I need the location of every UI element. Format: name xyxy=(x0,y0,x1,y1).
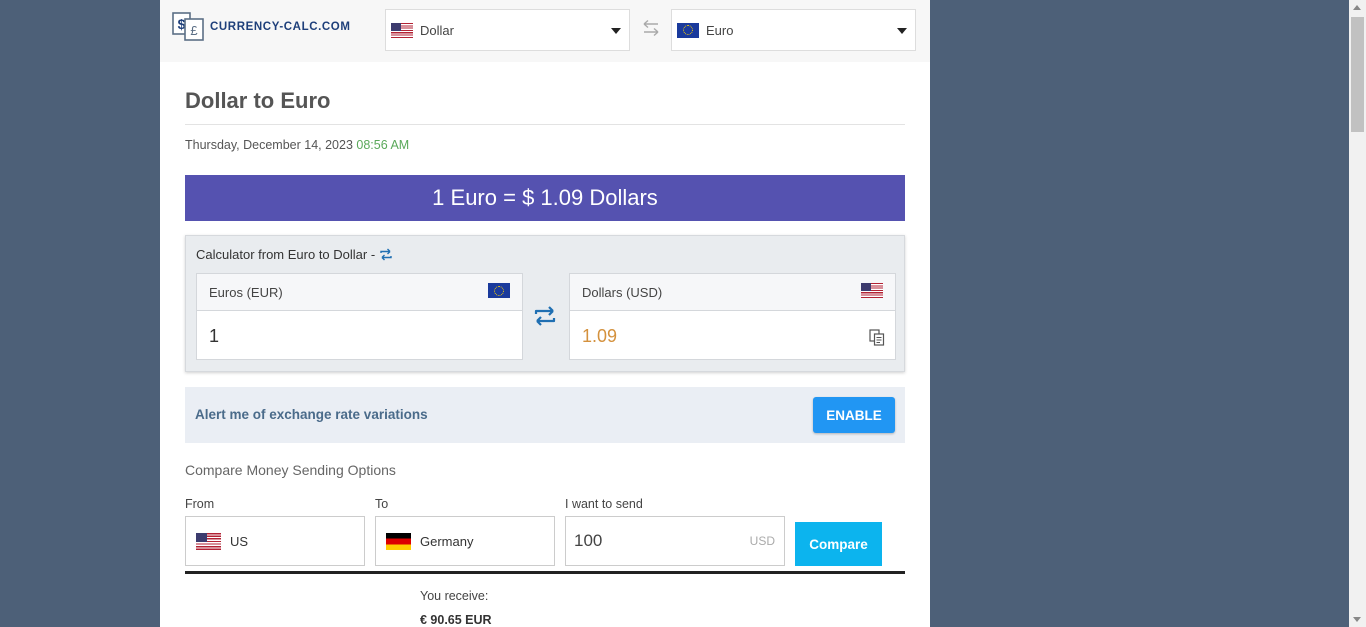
time-text: 08:56 AM xyxy=(356,138,410,152)
to-currency-label: Euro xyxy=(706,22,734,38)
flag-eu-icon xyxy=(488,283,510,298)
from-currency-label: Dollar xyxy=(420,22,454,38)
header: $ £ CURRENCY-CALC.COM Dollar Euro xyxy=(160,0,930,62)
scrollbar-thumb[interactable] xyxy=(1351,17,1364,132)
flag-us-icon xyxy=(196,532,221,550)
calculator-title: Calculator from Euro to Dollar - xyxy=(196,247,393,262)
page-title: Dollar to Euro xyxy=(185,88,331,113)
alert-text: Alert me of exchange rate variations xyxy=(195,407,428,422)
site-logo[interactable]: $ £ CURRENCY-CALC.COM xyxy=(172,11,351,43)
euro-box-header: Euros (EUR) xyxy=(197,274,522,311)
svg-text:£: £ xyxy=(190,23,198,38)
from-currency-select[interactable]: Dollar xyxy=(385,9,630,51)
flag-eu-icon xyxy=(677,22,699,38)
caret-down-icon xyxy=(897,28,907,34)
to-country-label: To xyxy=(375,497,389,511)
cycle-icon[interactable] xyxy=(379,248,393,261)
enable-button[interactable]: ENABLE xyxy=(813,397,895,433)
receive-value: € 90.65 EUR xyxy=(420,613,492,627)
dollar-amount-result[interactable]: 1.09 xyxy=(582,326,617,347)
caret-down-icon xyxy=(611,28,621,34)
converter-calculator: Calculator from Euro to Dollar - Euros (… xyxy=(185,235,905,372)
date-time: Thursday, December 14, 2023 08:56 AM xyxy=(185,138,409,152)
to-country-value: Germany xyxy=(420,533,474,549)
flag-de-icon xyxy=(386,532,411,550)
from-country-value: US xyxy=(230,533,249,549)
from-country-select[interactable]: US xyxy=(185,516,365,566)
euro-amount-input[interactable]: 1 xyxy=(209,326,219,347)
vertical-scrollbar[interactable] xyxy=(1349,0,1366,627)
currency-logo-icon: $ £ xyxy=(172,12,204,41)
rate-alert-panel: Alert me of exchange rate variations ENA… xyxy=(185,387,905,443)
swap-arrows-icon[interactable] xyxy=(533,304,557,328)
scroll-up-icon[interactable] xyxy=(1353,5,1361,10)
send-amount-input[interactable]: 100 USD xyxy=(565,516,785,566)
to-currency-select[interactable]: Euro xyxy=(671,9,916,51)
logo-text: CURRENCY-CALC.COM xyxy=(210,21,351,33)
dollar-label: Dollars (USD) xyxy=(582,285,663,300)
to-country-select[interactable]: Germany xyxy=(375,516,555,566)
compare-button[interactable]: Compare xyxy=(795,522,882,566)
compare-section-title: Compare Money Sending Options xyxy=(185,462,396,478)
calculator-title-text: Calculator from Euro to Dollar - xyxy=(196,247,376,262)
flag-us-icon xyxy=(391,22,413,38)
send-amount-label: I want to send xyxy=(565,497,643,511)
compare-divider xyxy=(185,571,905,574)
page-container: $ £ CURRENCY-CALC.COM Dollar Euro Dollar… xyxy=(160,0,930,627)
receive-label: You receive: xyxy=(420,589,489,603)
copy-icon[interactable] xyxy=(869,329,885,346)
from-country-label: From xyxy=(185,497,215,511)
title-divider xyxy=(185,124,905,125)
rate-banner: 1 Euro = $ 1.09 Dollars xyxy=(185,175,905,221)
send-amount-unit: USD xyxy=(749,534,775,548)
flag-us-icon xyxy=(861,283,883,298)
scroll-down-icon[interactable] xyxy=(1353,617,1361,622)
send-amount-value: 100 xyxy=(574,531,603,550)
swap-currencies-icon[interactable] xyxy=(640,18,662,38)
euro-amount-box: Euros (EUR) 1 xyxy=(196,273,523,360)
dollar-amount-box: Dollars (USD) 1.09 xyxy=(569,273,896,360)
euro-label: Euros (EUR) xyxy=(209,285,283,300)
dollar-box-header: Dollars (USD) xyxy=(570,274,895,311)
date-text: Thursday, December 14, 2023 xyxy=(185,138,353,152)
